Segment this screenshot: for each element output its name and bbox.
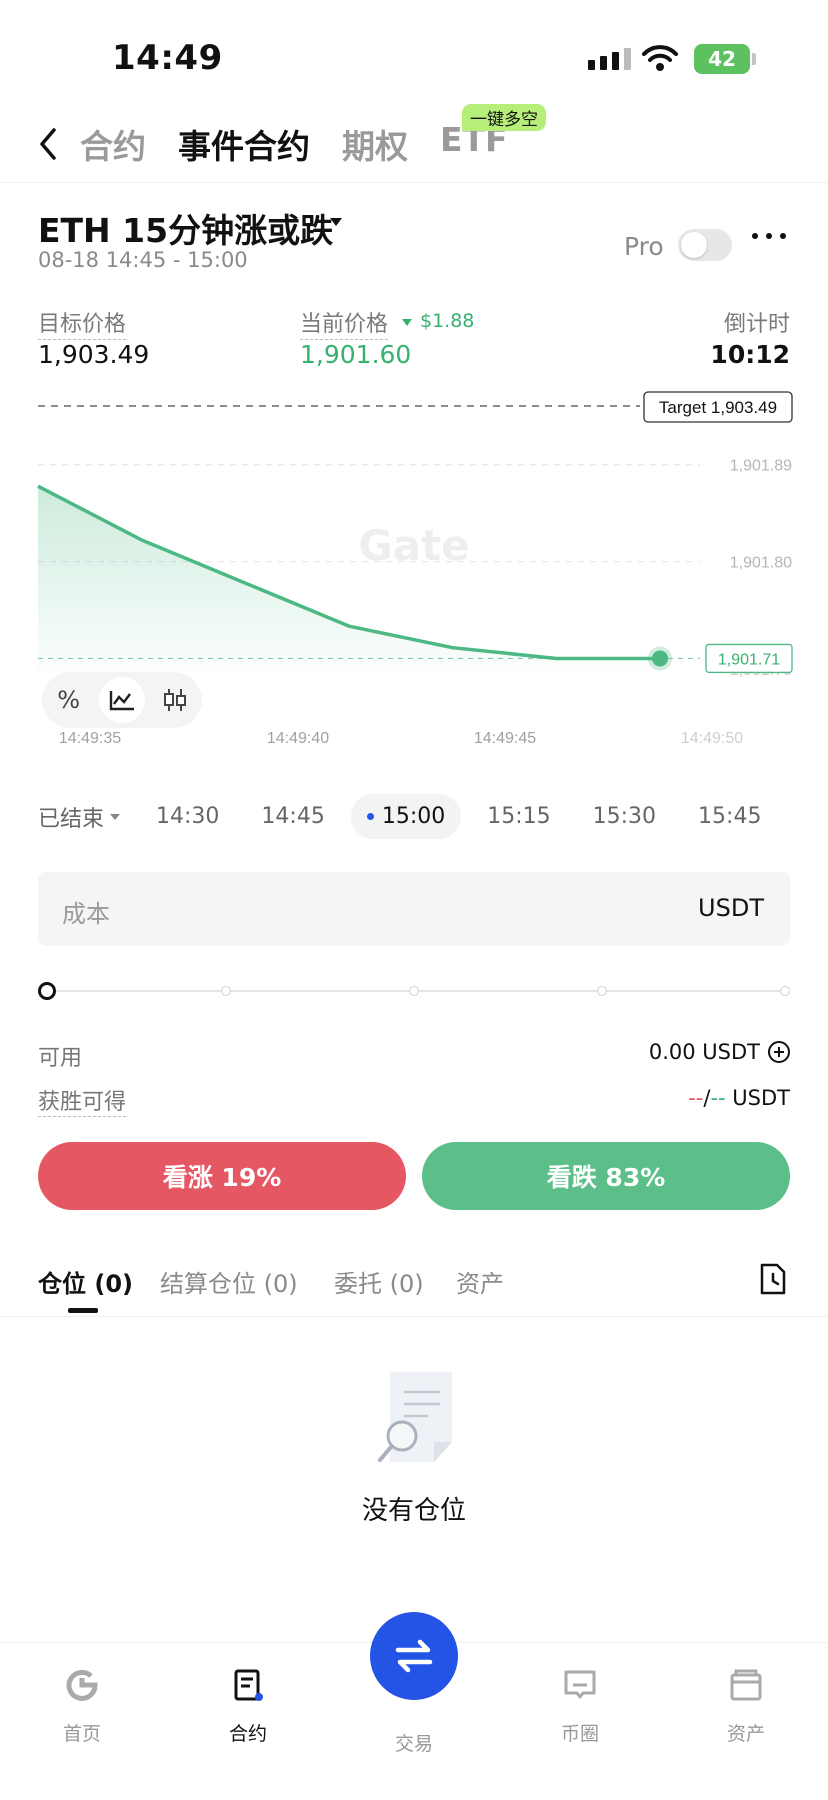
win-label: 获胜可得 [38,1084,127,1117]
tab-assets[interactable]: 资产 [456,1264,504,1299]
nav-contract[interactable]: 合约 [198,1667,298,1746]
current-price-delta: $1.88 [420,310,475,332]
win-up-value: -- [688,1086,704,1110]
empty-document-icon [378,1372,452,1462]
cost-unit: USDT [698,894,764,922]
chart-type-switcher: % [42,672,202,728]
slider-stop-75[interactable] [597,986,607,996]
expiry-option[interactable]: 15:30 [593,804,656,829]
status-time: 14:49 [112,38,223,78]
cost-input[interactable]: 成本 USDT [38,872,790,946]
nav-community-label: 币圈 [560,1723,599,1745]
target-price-value: 1,903.49 [38,340,150,369]
expiry-option[interactable]: 15:45 [698,804,761,829]
bet-up-button[interactable]: 看涨 19% [38,1142,406,1210]
tabs-divider [0,1316,828,1317]
line-chart-button[interactable] [98,677,145,723]
cellular-signal-icon [588,48,631,70]
battery-icon: 42 [694,44,750,74]
wifi-icon [642,45,678,71]
countdown-value: 10:12 [710,340,790,369]
win-down-value: -- [710,1086,726,1110]
tab-positions[interactable]: 仓位 (0) [38,1264,133,1299]
y-tick-label: 1,901.89 [730,458,792,475]
pro-toggle[interactable] [678,229,732,261]
nav-assets[interactable]: 资产 [696,1667,796,1746]
swap-icon [395,1639,433,1673]
nav-divider [0,182,828,183]
tab-futures[interactable]: 合约 [80,120,146,168]
available-label: 可用 [38,1046,83,1071]
current-price-label: 当前价格 [300,306,389,340]
expiry-ended-dropdown[interactable]: 已结束 [38,801,121,833]
chart-watermark: Gate [358,521,469,570]
market-dropdown-icon[interactable] [330,218,342,226]
nav-home[interactable]: 首页 [32,1667,132,1746]
tab-event-contract[interactable]: 事件合约 [178,120,310,168]
tab-options[interactable]: 期权 [342,120,408,168]
nav-contract-label: 合约 [228,1723,267,1745]
expiry-option-selected[interactable]: 15:00 [350,794,462,839]
expiry-selector: 已结束 14:30 14:45 15:00 15:15 15:30 15:45 [38,794,803,839]
tab-orders[interactable]: 委托 (0) [334,1264,424,1299]
current-price-label: 1,901.71 [718,651,780,668]
nav-home-label: 首页 [62,1723,101,1745]
expiry-option[interactable]: 14:45 [261,804,324,829]
chat-icon [564,1670,596,1699]
candlestick-chart-button[interactable] [152,677,198,723]
x-tick-label: 14:49:35 [59,730,121,747]
current-point [652,650,668,667]
current-price-value: 1,901.60 [300,340,412,369]
expiry-ended-label: 已结束 [38,806,105,832]
nav-trade-label: 交易 [394,1733,433,1755]
slider-stop-100[interactable] [780,986,790,996]
win-unit: USDT [725,1086,790,1110]
x-tick-label: 14:49:40 [267,730,329,747]
chevron-down-icon [110,813,121,820]
history-icon[interactable] [758,1262,788,1296]
expiry-option[interactable]: 14:30 [156,804,219,829]
nav-trade[interactable]: 交易 [364,1729,464,1756]
nav-community[interactable]: 币圈 [530,1667,630,1746]
battery-cap [752,53,756,65]
y-tick-label: 1,901.80 [730,555,792,572]
line-chart-icon [109,691,134,711]
market-time-range: 08-18 14:45 - 15:00 [38,248,248,272]
bet-down-button[interactable]: 看跌 83% [422,1142,790,1210]
slider-stop-50[interactable] [409,986,419,996]
countdown-label: 倒计时 [723,312,790,337]
available-value: 0.00 USDT [648,1040,760,1064]
cost-placeholder: 成本 [62,900,110,928]
more-icon[interactable] [752,233,786,239]
expiry-option[interactable]: 15:15 [487,804,550,829]
slider-stop-25[interactable] [221,986,231,996]
deposit-plus-icon[interactable] [768,1041,790,1063]
market-title[interactable]: ETH 15分钟涨或跌 [38,204,333,252]
trade-button[interactable] [370,1612,458,1700]
price-down-icon [402,319,412,326]
contract-icon [234,1669,263,1701]
chart-area [38,486,660,672]
tab-settled-positions[interactable]: 结算仓位 (0) [160,1264,298,1299]
percent-view-button[interactable]: % [46,677,92,723]
gate-logo-icon [66,1669,98,1701]
amount-slider-handle[interactable] [38,982,56,1000]
etf-badge: 一键多空 [462,104,546,131]
back-icon[interactable] [34,124,64,164]
win-amount: --/-- USDT [688,1086,790,1110]
candlestick-icon [164,689,187,711]
selected-dot-icon [366,813,374,820]
empty-state-text: 没有仓位 [361,1496,466,1526]
tab-active-indicator [68,1308,98,1313]
target-label-text: Target 1,903.49 [659,398,777,417]
available-balance: 0.00 USDT [649,1040,790,1064]
nav-assets-label: 资产 [726,1723,765,1745]
wallet-icon [730,1669,762,1701]
x-tick-label: 14:49:50 [681,730,743,747]
target-price-label: 目标价格 [38,306,127,340]
x-tick-label: 14:49:45 [474,730,536,747]
expiry-option-label: 15:00 [381,804,446,829]
pro-label: Pro [624,232,664,261]
